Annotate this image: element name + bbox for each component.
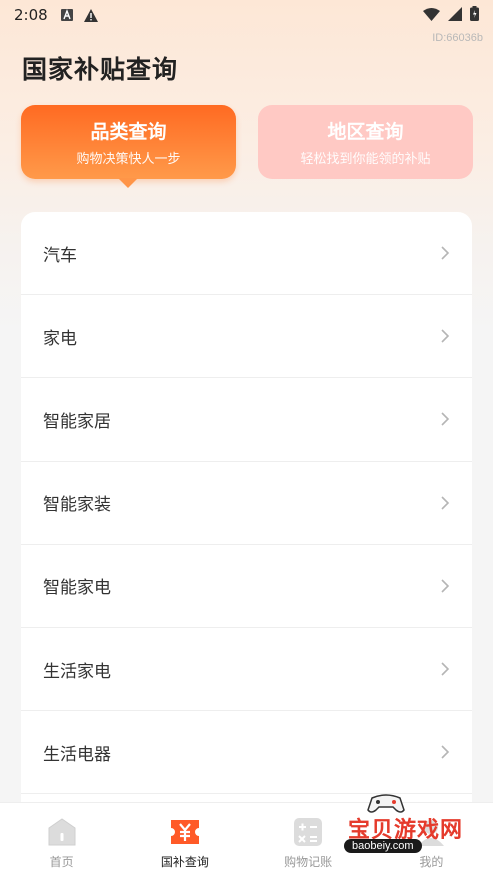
category-list: 汽车 家电 智能家居 智能家装 智能家电 生活家电 生活电器 (21, 212, 472, 832)
list-item[interactable]: 智能家电 (21, 545, 472, 628)
notification-a-icon (60, 8, 74, 22)
list-item[interactable]: 家电 (21, 295, 472, 379)
signal-icon (448, 6, 462, 25)
chevron-right-icon (441, 412, 450, 427)
category-label: 汽车 (43, 245, 77, 266)
gamepad-icon (367, 794, 405, 813)
chevron-right-icon (441, 662, 450, 676)
wifi-icon (423, 6, 440, 25)
calculator-icon (291, 815, 325, 849)
chevron-right-icon (441, 329, 450, 343)
nav-label: 首页 (49, 855, 74, 869)
category-label: 智能家居 (43, 411, 111, 432)
watermark-url: baobeiy.com (344, 839, 422, 853)
warning-icon (83, 8, 98, 22)
yuan-ticket-icon (168, 815, 202, 849)
chevron-right-icon (441, 496, 450, 510)
category-label: 生活电器 (43, 744, 111, 765)
tab-subtitle: 轻松找到你能领的补贴 (300, 152, 431, 167)
page-id: ID:66036b (432, 32, 483, 44)
tab-title: 地区查询 (327, 121, 404, 143)
chevron-right-icon (441, 745, 450, 759)
battery-icon (470, 5, 479, 25)
chevron-right-icon (441, 579, 450, 593)
list-item[interactable]: 汽车 (21, 212, 472, 296)
nav-label: 购物记账 (284, 855, 333, 869)
active-tab-pointer (118, 178, 138, 188)
status-time: 2:08 (14, 6, 48, 24)
list-item[interactable]: 智能家装 (21, 462, 472, 545)
nav-subsidy-query[interactable]: 国补查询 (123, 803, 246, 878)
status-bar: 2:08 (0, 0, 493, 30)
status-indicators (423, 5, 479, 25)
category-label: 智能家电 (43, 578, 111, 599)
watermark-logo: 宝贝游戏网 baobeiy.com (340, 792, 465, 862)
nav-home[interactable]: 首页 (0, 803, 123, 878)
nav-label: 国补查询 (160, 855, 209, 869)
category-label: 智能家装 (43, 495, 111, 516)
tab-subtitle: 购物决策快人一步 (76, 152, 181, 167)
home-icon (45, 815, 79, 849)
tab-region-query[interactable]: 地区查询 轻松找到你能领的补贴 (258, 105, 473, 179)
list-item[interactable]: 生活家电 (21, 628, 472, 712)
list-item[interactable]: 智能家居 (21, 378, 472, 462)
chevron-right-icon (441, 246, 450, 260)
category-label: 生活家电 (43, 661, 111, 682)
category-label: 家电 (43, 328, 77, 349)
page-title: 国家补贴查询 (22, 55, 179, 84)
tab-title: 品类查询 (90, 121, 167, 143)
list-item[interactable]: 生活电器 (21, 711, 472, 795)
tab-category-query[interactable]: 品类查询 购物决策快人一步 (21, 105, 236, 179)
